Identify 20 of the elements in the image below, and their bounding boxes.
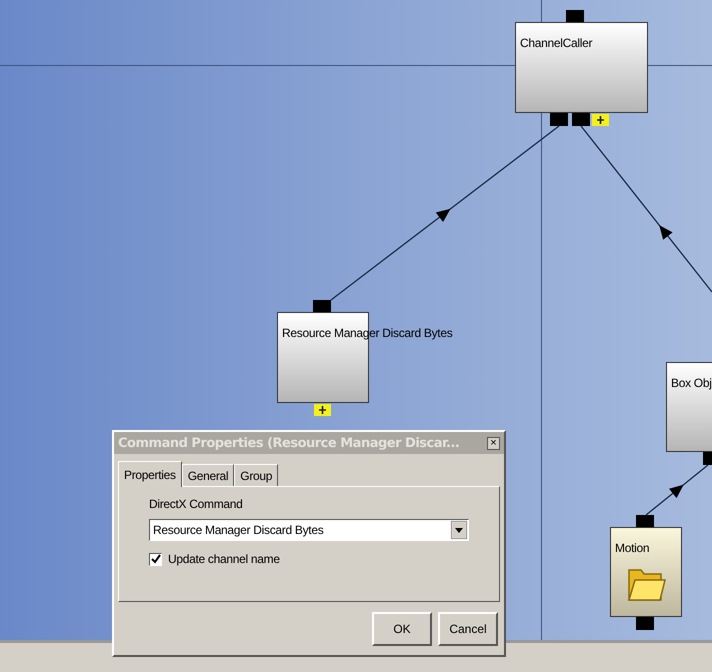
tab[interactable]: Properties	[118, 461, 182, 487]
node-box[interactable]	[515, 22, 648, 113]
window-title: Command Properties (Resource Manager Discar...	[118, 436, 460, 450]
field-label: DirectX Command	[149, 496, 244, 513]
checkbox[interactable]	[149, 552, 162, 566]
dialog-button[interactable]: OK	[372, 612, 432, 646]
dialog-button[interactable]: Cancel	[438, 612, 498, 646]
node-box[interactable]	[666, 362, 712, 452]
connector-arrow	[646, 464, 708, 516]
tab[interactable]: General	[182, 464, 234, 486]
plus-icon[interactable]	[314, 404, 331, 416]
node-label: ChannelCaller	[520, 35, 592, 52]
checkbox-label: Update channel name	[168, 551, 280, 568]
plus-icon[interactable]	[592, 114, 609, 126]
close-button[interactable]: ×	[487, 436, 500, 450]
command-select[interactable]: Resource Manager Discard Bytes	[149, 519, 469, 541]
dropdown-arrow-icon[interactable]	[451, 521, 467, 539]
node-label: Motion	[615, 540, 650, 557]
node-label: Box Obj	[671, 375, 712, 392]
tab[interactable]: Group	[234, 464, 278, 486]
